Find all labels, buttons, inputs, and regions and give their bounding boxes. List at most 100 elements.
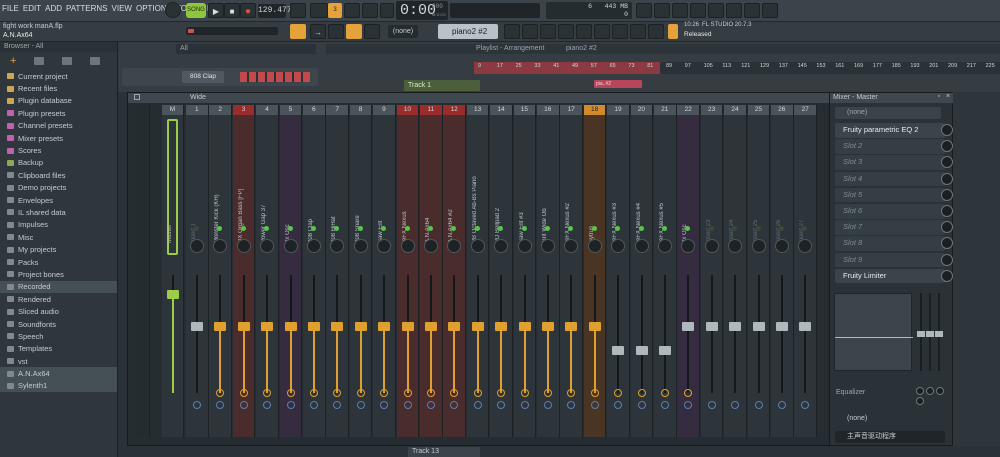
metronome-icon[interactable]	[290, 3, 306, 18]
track-active-led[interactable]	[474, 226, 480, 231]
send-icon[interactable]	[567, 401, 576, 409]
plugin-icon[interactable]	[594, 24, 610, 39]
volume-fader[interactable]	[401, 322, 414, 332]
browser-item[interactable]: Current project	[0, 70, 117, 82]
pan-knob[interactable]	[634, 239, 649, 253]
piano-roll-icon[interactable]	[522, 24, 538, 39]
track-active-led[interactable]	[662, 226, 667, 231]
volume-fader[interactable]	[191, 322, 203, 332]
playlist-clip[interactable]: pia..#2	[594, 80, 642, 88]
track-active-led[interactable]	[194, 226, 199, 231]
track-active-led[interactable]	[240, 226, 246, 231]
pan-knob[interactable]	[447, 239, 462, 253]
send-icon[interactable]	[263, 401, 272, 409]
slot-mix-knob[interactable]	[941, 205, 953, 217]
pan-knob[interactable]	[494, 239, 509, 253]
browser-item[interactable]: Scores	[0, 144, 117, 156]
volume-fader[interactable]	[565, 322, 578, 332]
record-arm-icon[interactable]	[427, 389, 435, 397]
paint-icon[interactable]	[346, 24, 362, 39]
stamp-icon[interactable]	[364, 24, 380, 39]
record-arm-icon[interactable]	[380, 389, 389, 397]
pan-knob[interactable]	[541, 239, 555, 253]
volume-fader[interactable]	[659, 345, 671, 355]
slot-mix-knob[interactable]	[941, 237, 953, 250]
playlist-track-label[interactable]: Track 1	[404, 80, 480, 91]
typing-keyboard-icon[interactable]	[380, 3, 394, 18]
browser-item[interactable]: IL shared data	[0, 206, 117, 218]
browser-item[interactable]: Demo projects	[0, 182, 117, 194]
pan-knob[interactable]	[213, 239, 228, 253]
browser-item[interactable]: Plugin database	[0, 95, 117, 107]
slot-mix-knob[interactable]	[941, 253, 953, 266]
send-icon[interactable]	[333, 401, 342, 409]
mixer-track[interactable]: 1 Insert 1	[186, 105, 209, 437]
track-active-led[interactable]	[404, 226, 410, 231]
pan-knob[interactable]	[260, 239, 275, 253]
volume-fader[interactable]	[682, 322, 695, 332]
record-arm-icon[interactable]	[263, 389, 272, 397]
mixer-track[interactable]: 6 808 Clap	[303, 105, 326, 437]
effect-slot[interactable]: Slot 8	[835, 236, 960, 251]
touch-keyboard-icon[interactable]	[612, 24, 628, 39]
mixer-track[interactable]: 16 Grit Wide Ob	[537, 105, 560, 437]
channel-filter[interactable]: All	[176, 44, 316, 54]
eq-graph[interactable]	[834, 293, 913, 371]
master-volume-knob[interactable]	[165, 2, 181, 18]
volume-fader[interactable]	[752, 322, 765, 332]
pan-knob[interactable]	[236, 239, 251, 253]
effect-slot[interactable]: Slot 4	[835, 171, 960, 187]
playlist-track-bottom[interactable]: Track 13	[408, 447, 480, 457]
volume-fader[interactable]	[729, 322, 742, 332]
mixer-track[interactable]: 20 reFX Nexus #4	[630, 105, 654, 437]
info-icon[interactable]	[648, 24, 664, 39]
pan-knob[interactable]	[330, 239, 345, 253]
pan-knob[interactable]	[775, 239, 789, 253]
send-icon[interactable]	[497, 401, 506, 409]
menu-item-add[interactable]: ADD	[45, 4, 62, 13]
volume-fader[interactable]	[705, 322, 718, 332]
mixer-track[interactable]: 14PD Bellpad 2	[490, 105, 513, 437]
browser-item[interactable]: Packs	[0, 256, 117, 268]
record-arm-icon[interactable]	[450, 389, 459, 397]
blend-notes-icon[interactable]	[362, 3, 378, 18]
eq-knobs[interactable]	[916, 387, 946, 405]
send-icon[interactable]	[286, 401, 295, 409]
mixer-track-master[interactable]: M Master	[162, 105, 184, 437]
menu-item-file[interactable]: FILE	[2, 4, 19, 13]
browser-item[interactable]: Sliced audio	[0, 305, 117, 317]
send-icon[interactable]	[614, 401, 623, 409]
mixer-track[interactable]: 25 Insert 25	[747, 105, 771, 437]
mixer-track[interactable]: 10 reFX Nexus	[396, 105, 420, 437]
wrench-icon[interactable]	[630, 24, 646, 39]
pan-knob[interactable]	[658, 239, 672, 253]
send-icon[interactable]	[310, 401, 318, 409]
pan-knob[interactable]	[400, 239, 415, 253]
slot-mix-knob[interactable]	[941, 156, 953, 169]
mixer-track[interactable]: 7 808 HiHat	[326, 105, 349, 437]
send-icon[interactable]	[801, 401, 810, 409]
mixer-track[interactable]: 8 808 Snare	[349, 105, 373, 437]
record-arm-icon[interactable]	[590, 389, 599, 397]
browser-item[interactable]: Recorded	[0, 280, 117, 294]
browser-item[interactable]: Soundfonts	[0, 318, 117, 330]
effect-slot[interactable]: Slot 5	[835, 187, 960, 203]
mixer-track[interactable]: 12A.N.Ax64 #2	[443, 105, 466, 437]
menu-item-edit[interactable]: EDIT	[23, 4, 41, 13]
plugin-picker-icon[interactable]	[636, 3, 652, 18]
mixer-track[interactable]: 15 Saw Ent #3	[513, 105, 537, 437]
volume-fader[interactable]	[237, 322, 250, 332]
mixer-track[interactable]: 21 reFX Nexus #5	[654, 105, 677, 437]
effect-slot[interactable]: Slot 2	[835, 139, 960, 154]
sort-icon[interactable]	[62, 57, 73, 65]
record-arm-icon[interactable]	[333, 389, 342, 397]
slot-mix-knob[interactable]	[941, 269, 953, 282]
browser-item[interactable]: Envelopes	[0, 194, 117, 206]
volume-fader[interactable]	[448, 322, 461, 332]
pan-knob[interactable]	[470, 239, 485, 253]
menu-item-view[interactable]: VIEW	[112, 4, 132, 13]
volume-fader[interactable]	[331, 322, 344, 332]
pan-knob[interactable]	[751, 239, 766, 253]
browser-item[interactable]: Plugin presets	[0, 107, 117, 119]
pan-knob[interactable]	[704, 239, 719, 253]
